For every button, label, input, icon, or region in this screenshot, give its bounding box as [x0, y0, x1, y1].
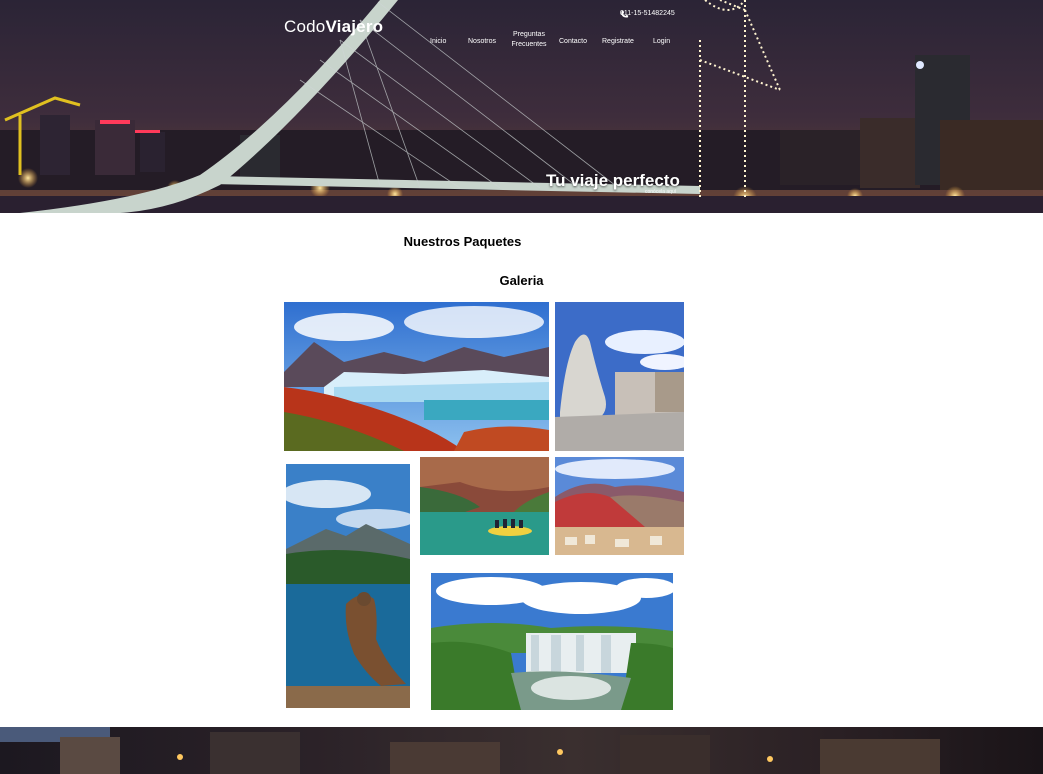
packages-title: Nuestros Paquetes — [403, 234, 522, 249]
hero-banner: CodoViajero 011-15-51482245 Inicio Nosot… — [0, 0, 1043, 213]
hero-title: Tu viaje perfecto — [546, 171, 680, 190]
gallery-image-rafting[interactable] — [420, 457, 549, 555]
nav-item-contacto[interactable]: Contacto — [559, 37, 587, 47]
brand-bold-text: Viajero — [325, 17, 384, 36]
brand-light-text: Codo — [284, 17, 326, 36]
main-nav: Inicio Nosotros Preguntas Frecuentes Con… — [420, 30, 690, 54]
phone-icon — [621, 10, 629, 18]
hero-subtitle: conócela aquí — [645, 189, 677, 195]
gallery-image-waterfall[interactable] — [431, 573, 673, 710]
nav-item-preguntas-frecuentes[interactable]: Preguntas Frecuentes — [509, 30, 549, 50]
footer-background-image — [0, 727, 1043, 774]
gallery-image-colored-mountain[interactable] — [555, 457, 684, 555]
gallery-image-sea-lion-statue[interactable] — [555, 302, 684, 451]
brand-logo[interactable]: CodoViajero — [284, 17, 383, 37]
nav-item-login[interactable]: Login — [653, 37, 670, 47]
gallery-image-glacier[interactable] — [284, 302, 549, 451]
nav-item-inicio[interactable]: Inicio — [430, 37, 446, 47]
nav-item-nosotros[interactable]: Nosotros — [468, 37, 496, 47]
gallery-image-bird-lake[interactable] — [286, 464, 410, 708]
phone-contact: 011-15-51482245 — [620, 10, 675, 18]
gallery-title: Galeria — [499, 273, 544, 288]
nav-item-registrate[interactable]: Registrate — [602, 37, 634, 47]
